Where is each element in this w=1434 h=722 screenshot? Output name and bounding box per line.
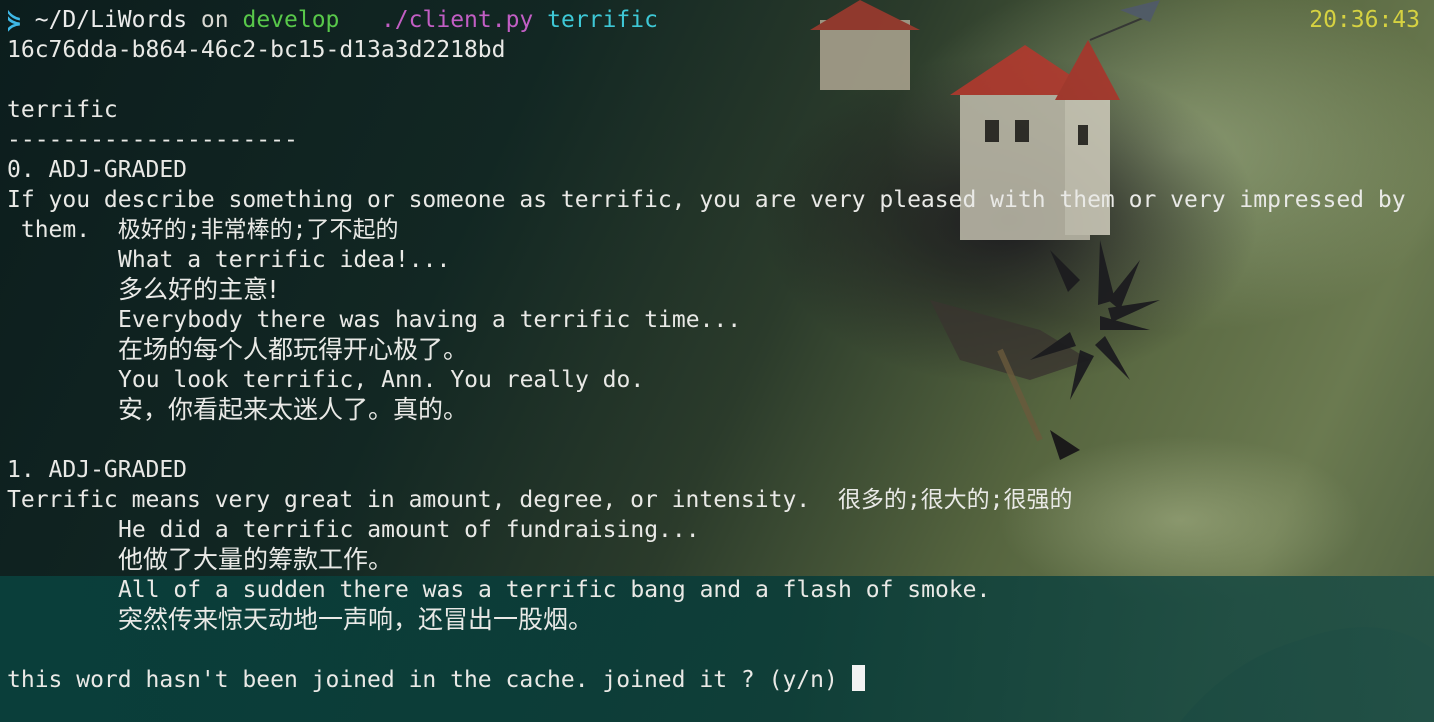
prompt-arrow-icon: ⋟ [7,7,21,33]
prompt-on-label: on [200,7,229,33]
sense-definition-continued: them. 极好的;非常棒的;了不起的 [7,217,399,243]
example-english: All of a sudden there was a terrific ban… [118,577,991,603]
text-cursor[interactable] [851,665,865,691]
example-english: You look terrific, Ann. You really do. [118,367,645,393]
sense-definition: Terrific means very great in amount, deg… [7,487,1073,513]
example-english: What a terrific idea!... [118,247,451,273]
input-prompt-text: this word hasn't been joined in the cach… [7,667,838,693]
sense-heading: 0. ADJ-GRADED [7,157,188,183]
input-prompt-line[interactable]: this word hasn't been joined in the cach… [7,665,865,695]
example-english: Everybody there was having a terrific ti… [118,307,742,333]
prompt-clock: 20:36:43 [1309,7,1420,33]
example-english: He did a terrific amount of fundraising.… [118,517,700,543]
prompt-line: ⋟ ~/D/LiWords on develop ./client.py ter… [7,5,658,35]
separator-line: --------------------- [7,127,298,153]
session-id: 16c76dda-b864-46c2-bc15-d13a3d2218bd [7,37,506,63]
terminal-window[interactable]: 20:36:43 ⋟ ~/D/LiWords on develop ./clie… [0,0,1434,722]
command-argument: terrific [547,7,658,33]
sense-definition: If you describe something or someone as … [7,187,1406,213]
prompt-path: ~/D/LiWords [34,7,188,33]
git-branch: develop [242,7,340,33]
example-chinese: 他做了大量的筹款工作。 [118,545,394,574]
command-name: ./client.py [380,7,534,33]
word-title: terrific [7,97,118,123]
example-chinese: 安，你看起来太迷人了。真的。 [118,395,469,424]
example-chinese: 多么好的主意! [118,275,279,304]
sense-heading: 1. ADJ-GRADED [7,457,188,483]
example-chinese: 在场的每个人都玩得开心极了。 [118,335,469,364]
example-chinese: 突然传来惊天动地一声响，还冒出一股烟。 [118,605,594,634]
